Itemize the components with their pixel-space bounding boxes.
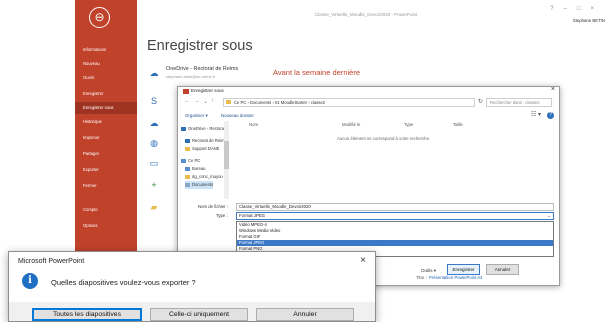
recent-place[interactable]: ☁ OneDrive - Rectorat de Reims stephane.be… [148, 64, 268, 86]
folder-icon [185, 174, 190, 179]
add-place-icon: + [151, 180, 157, 190]
sidebar-item-options[interactable]: Options [75, 220, 137, 232]
nav-item[interactable]: Bureau [185, 165, 206, 173]
column-header-name[interactable]: Nom [249, 122, 258, 127]
info-icon: i [22, 273, 38, 289]
folder-icon [185, 166, 190, 171]
refresh-icon[interactable]: ↻ [478, 98, 483, 105]
cancel-button[interactable]: Annuler [486, 264, 519, 275]
folder-icon [185, 138, 190, 143]
recent-place-sublabel: stephane.betin@ac-reims.fr [166, 74, 216, 79]
navigation-scrollbar[interactable] [224, 121, 229, 199]
scrollbar-thumb[interactable] [224, 141, 229, 169]
sidebar-item-imprimer[interactable]: Imprimer [75, 132, 137, 144]
recent-section-header: Avant la semaine dernière [273, 68, 360, 77]
pc-icon: ▭ [149, 158, 159, 168]
cancel-export-button[interactable]: Annuler [256, 308, 354, 321]
folder-icon [181, 158, 186, 163]
window-controls[interactable]: ?–□× [550, 6, 604, 12]
navigation-pane: OneDrive - Rectora Rectorat de Reims Suppo… [181, 121, 241, 199]
globe-icon: ◍ [150, 138, 158, 148]
folder-icon [185, 146, 190, 151]
address-path: Ce PC › Documents › 01 MoodleStarter › c… [234, 100, 325, 105]
powerpoint-icon [183, 89, 189, 94]
window-title: Classe_Virtuelle_Moodle_Devoir2020 - Pow… [315, 12, 418, 17]
page-title: Enregistrer sous [147, 38, 253, 54]
filetype-select[interactable]: Format JPEG ⌄ [236, 212, 554, 220]
folder-icon [226, 100, 231, 104]
this-slide-only-button[interactable]: Celle-ci uniquement [150, 308, 248, 321]
organize-button[interactable]: Organiser ▾ [185, 113, 208, 119]
filetype-label: Type : [216, 213, 228, 218]
nav-item-label: Ce PC [188, 158, 201, 163]
sidebar-item-nouveau[interactable]: Nouveau [75, 58, 137, 70]
nav-item[interactable]: OneDrive - Rectora [181, 125, 224, 133]
sidebar-item-historique[interactable]: Historique [75, 116, 137, 128]
cloud-icon: ☁ [149, 68, 159, 78]
file-list: Nom Modifié le Type Taille Aucun élément… [235, 121, 557, 199]
folder-icon [181, 126, 186, 131]
sidebar-item-partager[interactable]: Partager [75, 148, 137, 160]
sidebar-item-informations[interactable]: Informations [75, 44, 137, 56]
title-value[interactable]: Présentation PowerPoint A4 [429, 275, 483, 280]
new-folder-button[interactable]: Nouveau dossier [221, 113, 254, 118]
search-input[interactable]: Rechercher dans : classe2 [486, 98, 552, 107]
column-header-size[interactable]: Taille [453, 122, 463, 127]
forward-arrow-icon[interactable]: → [194, 98, 200, 104]
nav-item-label: Rectorat de Reims [192, 138, 227, 143]
sidebar-item-compte[interactable]: Compte [75, 204, 137, 216]
close-icon[interactable]: × [360, 255, 366, 266]
title-label: Titre : [416, 275, 427, 280]
save-as-navbar: ← → ⌄ ↑ Ce PC › Documents › 01 MoodleSta… [178, 97, 559, 109]
nav-item[interactable]: Rectorat de Reims [185, 137, 227, 145]
nav-item-label: Documents [192, 182, 214, 187]
sharepoint-icon: S [150, 96, 157, 106]
address-bar[interactable]: Ce PC › Documents › 01 MoodleStarter › c… [223, 98, 475, 107]
recent-place-label: OneDrive - Rectorat de Reims [166, 66, 239, 72]
sidebar-item-exporter[interactable]: Exporter [75, 164, 137, 176]
view-options-icon[interactable]: ☷ ▾ [531, 111, 541, 118]
nav-item[interactable]: Documents [185, 181, 214, 189]
sidebar-item-enregistrer-sous[interactable]: Enregistrer sous [75, 102, 137, 114]
nav-item[interactable]: Support DANE [185, 145, 219, 153]
sidebar-item-fermer[interactable]: Fermer [75, 180, 137, 192]
message-box-title: Microsoft PowerPoint [18, 258, 85, 265]
nav-item-label: dg_conc_mayou [192, 174, 223, 179]
save-as-toolbar: Organiser ▾ Nouveau dossier ☷ ▾ ? [178, 111, 559, 121]
folder-icon: ▰ [150, 202, 158, 212]
nav-item[interactable]: Ce PC [181, 157, 200, 165]
save-as-titlebar: Enregistrer sous × [178, 86, 559, 96]
nav-item-label: Bureau [192, 166, 206, 171]
empty-message: Aucun élément ne correspond à votre rech… [337, 136, 431, 141]
column-header-type[interactable]: Type [404, 122, 413, 127]
folder-icon [185, 182, 190, 187]
filename-label: Nom de fichier : [198, 204, 229, 209]
cloud-icon: ☁ [149, 118, 159, 128]
save-button[interactable]: Enregistrer [447, 264, 480, 275]
chevron-down-icon[interactable]: ⌄ [203, 98, 208, 105]
window-titlebar: Classe_Virtuelle_Moodle_Devoir2020 - Pow… [137, 0, 610, 30]
chevron-down-icon[interactable]: ⌄ [547, 213, 551, 219]
save-as-title: Enregistrer sous [191, 88, 224, 93]
nav-item[interactable]: dg_conc_mayou [185, 173, 223, 181]
message-text: Quelles diapositives voulez-vous exporte… [51, 278, 196, 287]
sidebar-item-ouvrir[interactable]: Ouvrir [75, 72, 137, 84]
up-arrow-icon[interactable]: ↑ [211, 98, 214, 104]
nav-item-label: OneDrive - Rectora [188, 126, 225, 131]
column-header-modified[interactable]: Modifié le [342, 122, 360, 127]
tools-menu[interactable]: Outils ▾ [421, 268, 436, 274]
sidebar-item-enregistrer[interactable]: Enregistrer [75, 88, 137, 100]
export-message-box: Microsoft PowerPoint × i Quelles diaposi… [8, 251, 376, 322]
account-name[interactable]: Stephane BETIN [573, 18, 605, 23]
message-box-footer: Toutes les diapositives Celle-ci uniquem… [9, 302, 375, 321]
help-icon[interactable]: ? [547, 112, 554, 119]
filetype-value: Format JPEG [239, 213, 266, 218]
close-icon[interactable]: × [551, 86, 555, 93]
back-arrow-icon[interactable]: ← [184, 98, 190, 104]
filename-field[interactable]: Classe_Virtuelle_Moodle_Devoir2020 [236, 203, 554, 211]
nav-item-label: Support DANE [192, 146, 220, 151]
back-arrow-icon[interactable]: ⊖ [89, 7, 110, 28]
all-slides-button[interactable]: Toutes les diapositives [32, 308, 142, 321]
